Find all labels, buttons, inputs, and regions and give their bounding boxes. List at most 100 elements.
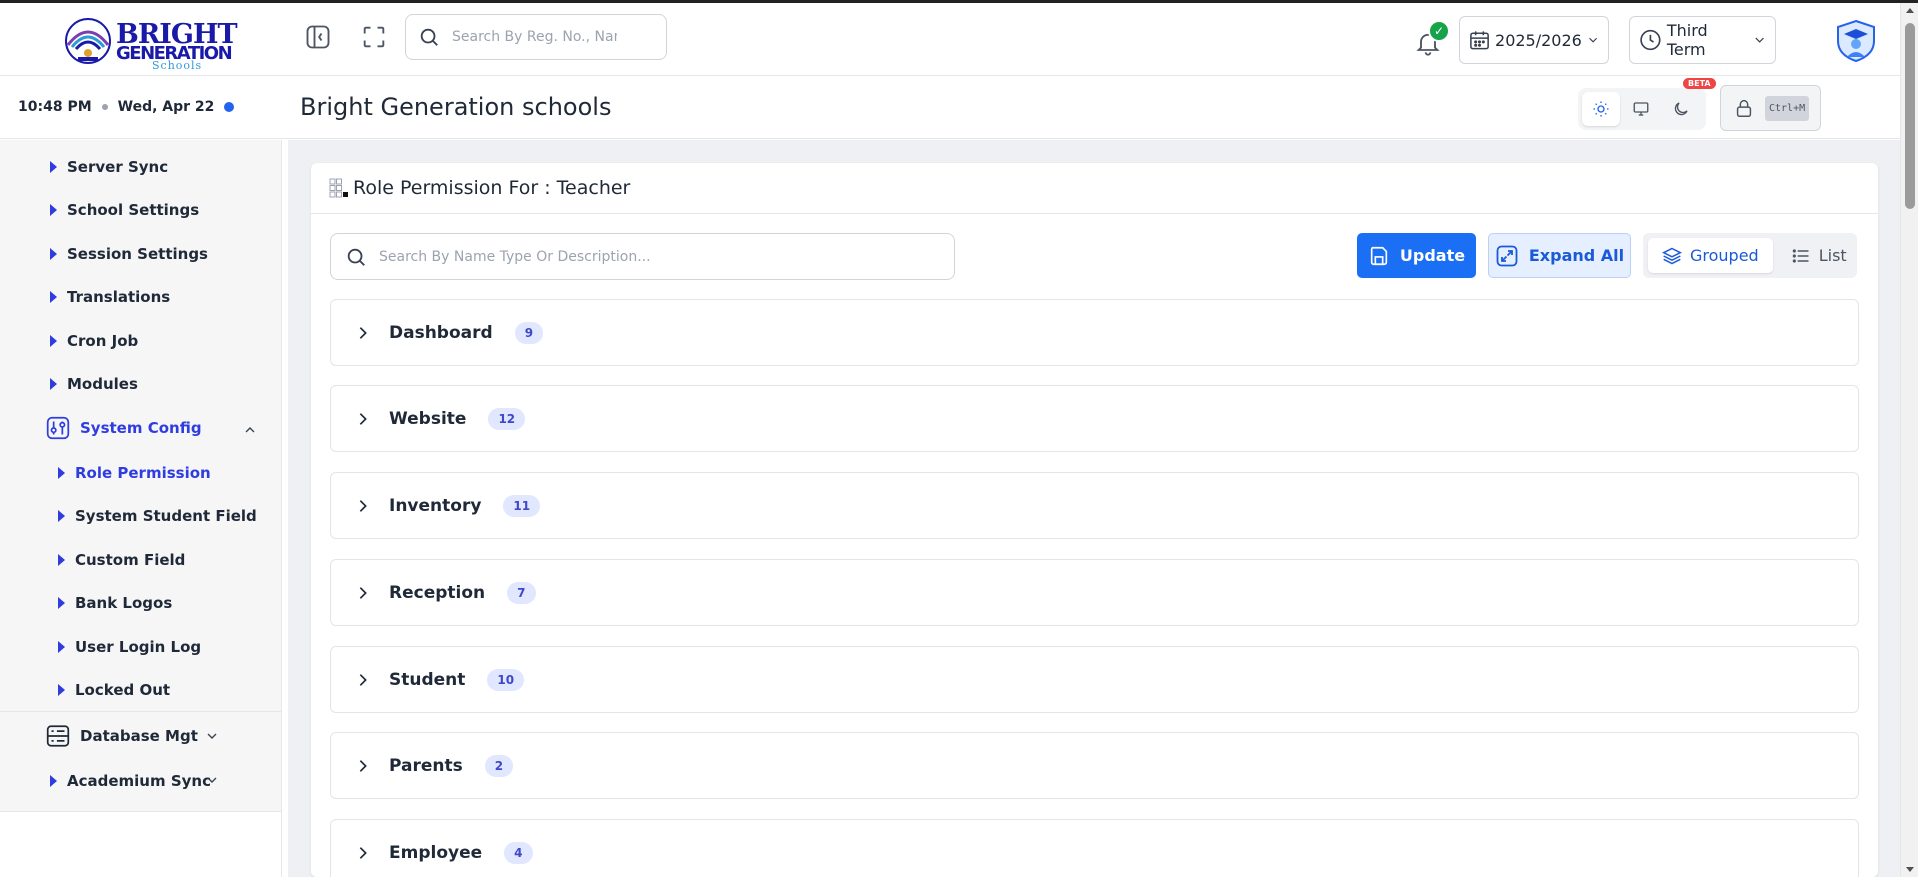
- sidebar-item-label: Server Sync: [67, 158, 169, 176]
- dark-theme-button[interactable]: [1662, 92, 1700, 126]
- sidebar-item-custom-field[interactable]: Custom Field: [58, 551, 185, 569]
- sidebar-section-label: System Config: [80, 419, 202, 437]
- main-content: Role Permission For : Teacher Update Exp…: [288, 140, 1900, 877]
- sidebar-item-bank-logos[interactable]: Bank Logos: [58, 594, 172, 612]
- list-view-button[interactable]: List: [1777, 238, 1861, 273]
- group-name: Dashboard: [389, 322, 493, 343]
- sidebar-item-server-sync[interactable]: Server Sync: [50, 158, 168, 176]
- session-year-select[interactable]: 2025/2026: [1459, 16, 1609, 64]
- update-button[interactable]: Update: [1357, 233, 1476, 278]
- moon-icon: [1674, 102, 1688, 116]
- logo-text-schools: Schools: [152, 59, 203, 72]
- lock-icon: [1736, 99, 1752, 117]
- user-avatar[interactable]: [1834, 19, 1878, 63]
- permission-group-parents[interactable]: Parents 2: [330, 732, 1859, 799]
- sliders-icon: [44, 414, 72, 442]
- caret-right-icon: [50, 335, 57, 347]
- grouped-view-button[interactable]: Grouped: [1648, 238, 1773, 273]
- lock-shortcut-key: Ctrl+M: [1765, 95, 1810, 121]
- sidebar-item-user-login-log[interactable]: User Login Log: [58, 638, 201, 656]
- top-header: BRIGHT GENERATION Schools ✓: [0, 3, 1900, 76]
- grid-icon: [329, 178, 348, 198]
- lock-screen-button[interactable]: Ctrl+M: [1720, 85, 1821, 131]
- permission-group-student[interactable]: Student 10: [330, 646, 1859, 713]
- permission-group-inventory[interactable]: Inventory 11: [330, 472, 1859, 539]
- save-icon: [1370, 246, 1388, 265]
- scroll-down-arrow-icon[interactable]: [1906, 867, 1914, 872]
- scroll-up-arrow-icon[interactable]: [1906, 8, 1914, 13]
- scrollbar-thumb[interactable]: [1905, 23, 1915, 209]
- current-time: 10:48 PM: [18, 99, 92, 115]
- sidebar-section-database-mgt[interactable]: Database Mgt: [44, 722, 198, 750]
- caret-right-icon: [50, 248, 57, 260]
- caret-right-icon: [50, 775, 57, 787]
- chevron-right-icon: [359, 586, 367, 599]
- permission-group-dashboard[interactable]: Dashboard 9: [330, 299, 1859, 366]
- sidebar-item-label: Translations: [67, 288, 171, 306]
- chevron-up-icon[interactable]: [242, 422, 258, 438]
- role-permission-card: Role Permission For : Teacher Update Exp…: [311, 163, 1878, 877]
- permission-search-box[interactable]: [330, 233, 955, 280]
- chevron-right-icon: [359, 846, 367, 859]
- expand-all-button[interactable]: Expand All: [1488, 233, 1631, 278]
- sidebar-item-modules[interactable]: Modules: [50, 375, 138, 393]
- chevron-down-icon[interactable]: [204, 728, 220, 744]
- caret-right-icon: [50, 204, 57, 216]
- system-theme-button[interactable]: [1622, 92, 1660, 126]
- group-count-badge: 7: [507, 581, 536, 604]
- group-name: Parents: [389, 755, 463, 776]
- caret-right-icon: [58, 467, 65, 479]
- global-search-input[interactable]: [452, 29, 617, 45]
- fullscreen-icon[interactable]: [356, 19, 392, 55]
- sidebar-toggle-icon[interactable]: [300, 19, 336, 55]
- sub-header: 10:48 PM Wed, Apr 22 Bright Generation s…: [0, 77, 1900, 139]
- sidebar-item-label: Modules: [67, 375, 138, 393]
- permission-search-input[interactable]: [379, 248, 899, 265]
- sidebar-item-session-settings[interactable]: Session Settings: [50, 245, 208, 263]
- search-icon: [420, 28, 438, 46]
- chevron-down-icon: [1755, 37, 1764, 43]
- expand-icon: [1496, 245, 1518, 266]
- live-status-dot: [224, 102, 235, 112]
- sidebar-item-label: Session Settings: [67, 245, 208, 263]
- group-count-badge: 12: [488, 407, 526, 430]
- sidebar-item-cron-job[interactable]: Cron Job: [50, 332, 138, 350]
- layers-icon: [1662, 247, 1682, 264]
- sidebar-item-locked-out[interactable]: Locked Out: [58, 681, 170, 699]
- sidebar-menu: Server Sync School Settings Session Sett…: [0, 140, 281, 812]
- list-icon: [1792, 248, 1809, 263]
- chevron-right-icon: [359, 499, 367, 512]
- sidebar-section-system-config[interactable]: System Config: [44, 414, 202, 442]
- caret-right-icon: [50, 378, 57, 390]
- sidebar-item-label: User Login Log: [75, 638, 202, 656]
- group-count-badge: 10: [487, 668, 525, 691]
- global-search-box[interactable]: [405, 14, 667, 60]
- school-logo[interactable]: BRIGHT GENERATION Schools: [60, 13, 238, 72]
- caret-right-icon: [50, 291, 57, 303]
- expand-all-label: Expand All: [1528, 246, 1625, 265]
- sidebar-item-translations[interactable]: Translations: [50, 288, 170, 306]
- sidebar-item-academium-sync[interactable]: Academium Sync: [50, 772, 211, 790]
- list-label: List: [1818, 246, 1847, 265]
- term-select[interactable]: Third Term: [1629, 16, 1776, 64]
- sidebar-item-school-settings[interactable]: School Settings: [50, 201, 199, 219]
- light-theme-button[interactable]: [1582, 92, 1620, 126]
- grouped-label: Grouped: [1690, 246, 1759, 265]
- permission-group-employee[interactable]: Employee 4: [330, 819, 1859, 877]
- sidebar-item-system-student-field[interactable]: System Student Field: [58, 507, 257, 525]
- caret-right-icon: [58, 684, 65, 696]
- permission-group-reception[interactable]: Reception 7: [330, 559, 1859, 626]
- notification-badge: ✓: [1428, 20, 1450, 42]
- sidebar-item-label: Bank Logos: [75, 594, 173, 612]
- chevron-down-icon[interactable]: [204, 772, 220, 788]
- group-name: Inventory: [389, 495, 482, 516]
- page-scrollbar[interactable]: [1900, 3, 1918, 877]
- group-name: Website: [389, 408, 467, 429]
- permission-group-website[interactable]: Website 12: [330, 385, 1859, 452]
- sidebar-item-label: Custom Field: [75, 551, 186, 569]
- caret-right-icon: [58, 597, 65, 609]
- search-icon: [347, 248, 365, 266]
- sidebar-item-role-permission[interactable]: Role Permission: [58, 464, 211, 482]
- group-count-badge: 9: [514, 321, 544, 344]
- chevron-down-icon: [1588, 37, 1597, 43]
